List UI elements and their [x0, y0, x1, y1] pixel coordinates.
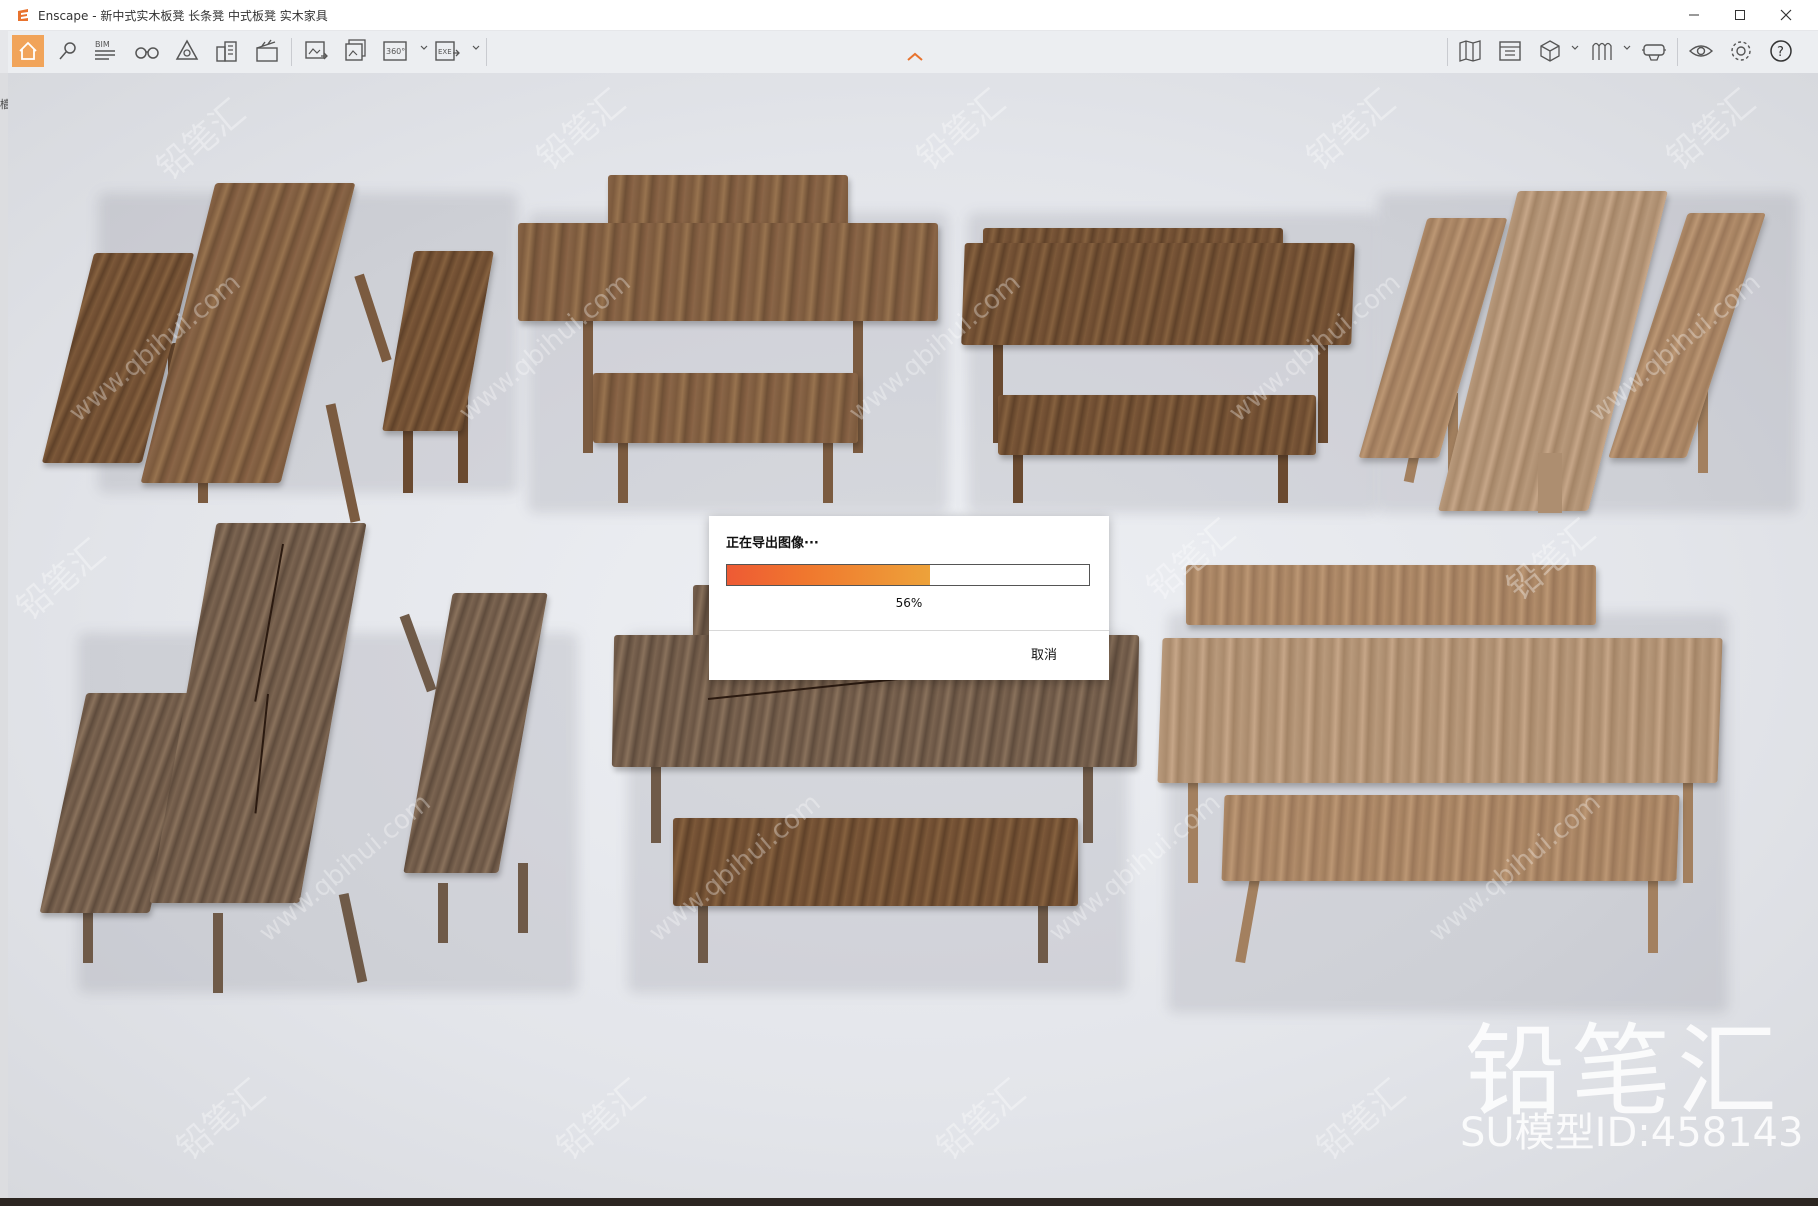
watermark-tile: 铅笔汇 [9, 532, 114, 629]
enscape-window: Enscape - 新中式实木板凳 长条凳 中式板凳 实木家具 BIM 360°… [0, 0, 1818, 1198]
progress-fill [727, 565, 930, 585]
main-toolbar: BIM 360° EXE ? [8, 31, 1818, 73]
video-editor-button[interactable] [251, 35, 283, 67]
maximize-button[interactable] [1717, 0, 1763, 30]
location-button[interactable] [52, 35, 84, 67]
asset-library-icon [1499, 41, 1521, 61]
map-icon [1459, 40, 1481, 62]
home-button[interactable] [12, 35, 44, 67]
perspective-icon [175, 39, 199, 60]
render-image-icon [305, 41, 328, 60]
chevron-down-icon[interactable] [420, 45, 428, 51]
enscape-logo-icon [18, 9, 28, 21]
export-exe-icon: EXE [435, 41, 460, 61]
watermark-tile: 铅笔汇 [549, 1072, 654, 1169]
svg-text:?: ? [1777, 45, 1784, 60]
settings-gear-icon [1731, 41, 1751, 61]
dialog-divider [709, 630, 1109, 631]
batch-render-button[interactable] [340, 35, 372, 67]
watermark-tile: 铅笔汇 [1299, 82, 1404, 179]
svg-text:360°: 360° [386, 47, 405, 56]
bim-button[interactable]: BIM [90, 35, 122, 67]
binoculars-icon [135, 47, 159, 59]
collapse-toolbar-chevron-icon[interactable] [907, 52, 923, 62]
watermark-tile: 铅笔汇 [929, 1072, 1034, 1169]
watermark-tile: 铅笔汇 [149, 92, 254, 189]
window-title: Enscape - 新中式实木板凳 长条凳 中式板凳 实木家具 [38, 9, 328, 23]
export-exe-button[interactable]: EXE [432, 35, 464, 67]
help-icon: ? [1770, 40, 1792, 62]
side-panel-edge [0, 73, 8, 1198]
progress-percent: 56% [895, 596, 923, 610]
watermark-tile: 铅笔汇 [1309, 1072, 1414, 1169]
panorama-360-icon: 360° [383, 41, 407, 61]
location-pin-icon [59, 42, 76, 60]
map-button[interactable] [1454, 35, 1486, 67]
clapperboard-icon [256, 39, 278, 62]
help-button[interactable]: ? [1765, 35, 1797, 67]
buildings-button[interactable] [211, 35, 243, 67]
export-progress-bar [726, 564, 1090, 586]
panorama-button[interactable]: 360° [380, 35, 412, 67]
desktop-background-strip [0, 1198, 1818, 1206]
app-name: Enscape [38, 9, 89, 23]
visual-settings-icon [1688, 45, 1714, 57]
chevron-down-icon[interactable] [1623, 45, 1631, 51]
vr-headset-icon [1642, 44, 1666, 61]
chevron-down-icon[interactable] [472, 45, 480, 51]
visual-settings-button[interactable] [1685, 35, 1717, 67]
document-title: 新中式实木板凳 长条凳 中式板凳 实木家具 [100, 9, 328, 23]
view-cube-button[interactable] [1534, 35, 1566, 67]
minimize-button[interactable] [1671, 0, 1717, 30]
watermark-tile: 铅笔汇 [1659, 82, 1764, 179]
settings-button[interactable] [1725, 35, 1757, 67]
watermark-tile: 铅笔汇 [169, 1072, 274, 1169]
svg-text:EXE: EXE [438, 48, 452, 56]
vr-headset-button[interactable] [1638, 35, 1670, 67]
toolbar-separator [291, 38, 292, 66]
svg-text:BIM: BIM [95, 40, 110, 49]
maximize-icon [1735, 10, 1745, 20]
materials-button[interactable] [1586, 35, 1618, 67]
watermark-tile: 铅笔汇 [529, 82, 634, 179]
dialog-title: 正在导出图像··· [726, 536, 819, 551]
minimize-icon [1689, 14, 1699, 16]
model-id-watermark: SU模型ID:458143 [1460, 1110, 1804, 1156]
chevron-down-icon[interactable] [1571, 45, 1579, 51]
batch-render-icon [345, 39, 366, 61]
close-button[interactable] [1763, 0, 1809, 30]
toolbar-separator [486, 38, 487, 66]
home-icon [19, 41, 37, 60]
export-progress-dialog: 正在导出图像··· 56% 取消 [709, 516, 1109, 680]
perspective-button[interactable] [171, 35, 203, 67]
render-image-button[interactable] [300, 35, 332, 67]
cancel-button[interactable]: 取消 [1031, 644, 1057, 663]
toolbar-separator [1677, 38, 1678, 66]
close-icon [1780, 9, 1792, 21]
title-bar: Enscape - 新中式实木板凳 长条凳 中式板凳 实木家具 [0, 0, 1818, 30]
view-cube-icon [1540, 40, 1560, 62]
asset-library-button[interactable] [1494, 35, 1526, 67]
binoculars-button[interactable] [131, 35, 163, 67]
toolbar-separator [1447, 38, 1448, 66]
bim-icon: BIM [95, 40, 115, 60]
buildings-icon [216, 41, 237, 62]
materials-icon [1592, 42, 1612, 60]
watermark-tile: 铅笔汇 [909, 82, 1014, 179]
